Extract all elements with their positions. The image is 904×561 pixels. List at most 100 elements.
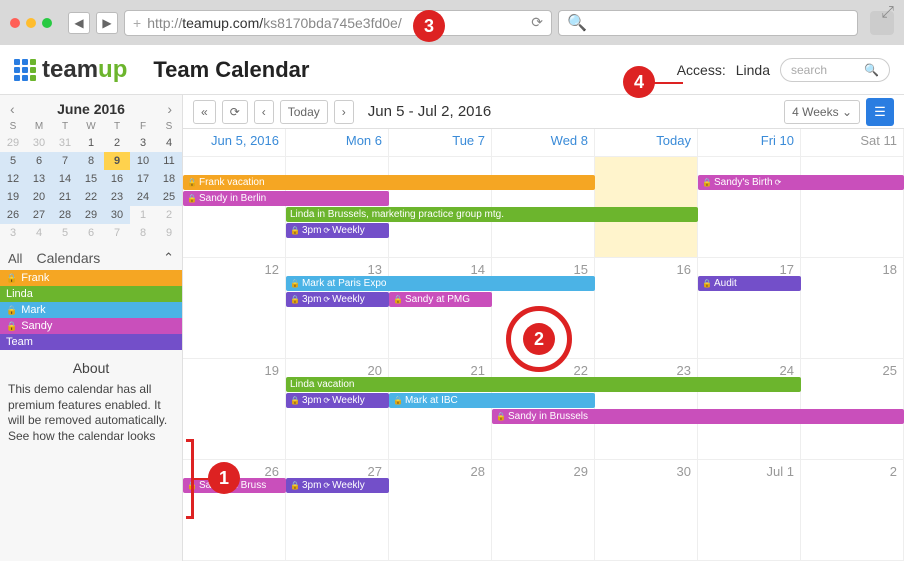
event[interactable]: 🔒3pm⟳Weekly [286,393,389,408]
mini-day[interactable]: 11 [156,152,182,170]
day-header[interactable]: Mon 6 [286,129,389,157]
mini-calendar[interactable]: SMTWTFS293031123456789101112131415161718… [0,119,182,242]
mini-day[interactable]: 1 [130,206,156,224]
day-cell[interactable]: 14 [389,258,492,359]
day-cell[interactable]: 12 [183,258,286,359]
mini-day[interactable]: 29 [0,134,26,152]
mini-day[interactable]: 13 [26,170,52,188]
day-cell[interactable]: 27 [286,460,389,561]
mini-day[interactable]: 9 [156,224,182,242]
close-window[interactable] [10,18,20,28]
mini-day[interactable]: 4 [156,134,182,152]
day-cell[interactable]: 17 [698,258,801,359]
day-cell[interactable]: 13 [286,258,389,359]
mini-day[interactable]: 17 [130,170,156,188]
mini-day[interactable]: 5 [52,224,78,242]
event[interactable]: 🔒Audit [698,276,801,291]
mini-day[interactable]: 2 [104,134,130,152]
day-cell[interactable] [183,157,286,258]
header-search[interactable]: search 🔍 [780,58,890,82]
mini-day[interactable]: 29 [78,206,104,224]
day-cell[interactable]: 20 [286,359,389,460]
minimize-window[interactable] [26,18,36,28]
calendar-item[interactable]: Team [0,334,182,350]
mini-day[interactable]: 30 [104,206,130,224]
event[interactable]: Linda in Brussels, marketing practice gr… [286,207,698,222]
today-button[interactable]: Today [280,100,328,124]
day-header[interactable]: Jun 5, 2016 [183,129,286,157]
refresh-button[interactable]: ⟳ [222,100,248,124]
reload-icon[interactable]: ⟳ [531,14,543,31]
back-button[interactable]: ◀ [68,12,90,34]
day-header[interactable]: Tue 7 [389,129,492,157]
mini-next[interactable]: › [167,101,172,117]
mini-day[interactable]: 15 [78,170,104,188]
calendar-item[interactable]: 🔒Sandy [0,318,182,334]
event[interactable]: 🔒3pm⟳Weekly [286,478,389,493]
fullscreen-icon[interactable]: ⤢ [881,4,894,22]
calendar-item[interactable]: 🔒Mark [0,302,182,318]
mini-day[interactable]: 24 [130,188,156,206]
mini-day[interactable]: 23 [104,188,130,206]
day-cell[interactable] [801,157,904,258]
calendar-item[interactable]: Linda [0,286,182,302]
event[interactable]: 🔒3pm⟳Weekly [286,292,389,307]
day-header[interactable]: Wed 8 [492,129,595,157]
day-cell[interactable]: 30 [595,460,698,561]
mini-day[interactable]: 20 [26,188,52,206]
mini-day[interactable]: 8 [130,224,156,242]
mini-day[interactable]: 27 [26,206,52,224]
event[interactable]: 🔒Sandy at PMG [389,292,492,307]
menu-button[interactable]: ☰ [866,98,894,126]
mini-day[interactable]: 30 [26,134,52,152]
day-header[interactable]: Sat 11 [801,129,904,157]
day-cell[interactable]: 19 [183,359,286,460]
mini-day[interactable]: 18 [156,170,182,188]
day-header[interactable]: Fri 10 [698,129,801,157]
mini-day[interactable]: 12 [0,170,26,188]
mini-day[interactable]: 3 [0,224,26,242]
mini-day[interactable]: 5 [0,152,26,170]
event[interactable]: Linda vacation [286,377,801,392]
day-cell[interactable]: 21 [389,359,492,460]
view-selector[interactable]: 4 Weeks ⌄ [784,100,860,124]
calendars-all[interactable]: All [8,251,22,266]
event[interactable]: 🔒Sandy in Brussels [492,409,904,424]
next-range-button[interactable]: › [334,100,354,124]
mini-day[interactable]: 9 [104,152,130,170]
event[interactable]: 🔒Frank vacation [183,175,595,190]
mini-day[interactable]: 22 [78,188,104,206]
event[interactable]: 🔒Sandy in Berlin [183,191,389,206]
mini-day[interactable]: 7 [52,152,78,170]
calendar-item[interactable]: 🔒Frank [0,270,182,286]
url-bar[interactable]: + http:// teamup.com/ ks8170bda745e3fd0e… [124,10,552,36]
day-cell[interactable] [698,157,801,258]
first-page-button[interactable]: « [193,100,216,124]
event[interactable]: 🔒Mark at IBC [389,393,595,408]
event[interactable]: 🔒3pm⟳Weekly [286,223,389,238]
day-cell[interactable]: 28 [389,460,492,561]
mini-day[interactable]: 26 [0,206,26,224]
mini-day[interactable]: 10 [130,152,156,170]
mini-day[interactable]: 25 [156,188,182,206]
event[interactable]: 🔒Mark at Paris Expo [286,276,595,291]
mini-day[interactable]: 2 [156,206,182,224]
mini-day[interactable]: 1 [78,134,104,152]
collapse-icon[interactable]: ⌃ [163,250,174,266]
day-cell[interactable]: 16 [595,258,698,359]
mini-day[interactable]: 7 [104,224,130,242]
mini-day[interactable]: 6 [26,152,52,170]
mini-day[interactable]: 28 [52,206,78,224]
zoom-window[interactable] [42,18,52,28]
mini-day[interactable]: 16 [104,170,130,188]
day-cell[interactable]: 29 [492,460,595,561]
mini-day[interactable]: 14 [52,170,78,188]
mini-day[interactable]: 21 [52,188,78,206]
mini-day[interactable]: 31 [52,134,78,152]
mini-day[interactable]: 8 [78,152,104,170]
mini-prev[interactable]: ‹ [10,101,15,117]
mini-day[interactable]: 6 [78,224,104,242]
day-cell[interactable]: 18 [801,258,904,359]
forward-button[interactable]: ▶ [96,12,118,34]
logo[interactable]: teamup [14,56,127,84]
